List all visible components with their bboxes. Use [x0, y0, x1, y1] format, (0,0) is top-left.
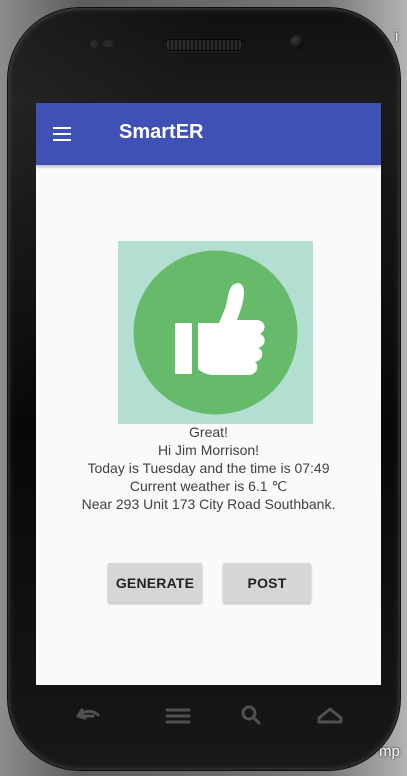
user-greeting: Hi Jim Morrison!: [157, 442, 260, 458]
search-key[interactable]: [233, 698, 271, 732]
home-icon: [317, 707, 343, 724]
date-time-message: Today is Tuesday and the time is 07:49: [87, 460, 330, 476]
hamburger-menu-button[interactable]: [46, 119, 76, 149]
hamburger-menu-icon: [53, 127, 71, 129]
back-icon: [76, 708, 100, 720]
hamburger-menu-icon-line: [53, 139, 71, 141]
front-sensor: [90, 40, 98, 48]
front-sensor-window: [103, 40, 113, 47]
background-text-fragment-top: i: [395, 28, 398, 45]
earpiece-speaker: [163, 39, 245, 51]
weather-message: Current weather is 6.1 ℃: [129, 478, 288, 494]
status-headline: Great!: [189, 424, 228, 440]
app-screen: SmartER Great! Hi Jim Morrison! Today is…: [36, 103, 381, 685]
front-camera: [290, 35, 304, 49]
background-text-fragment-bottom-line-2: mp: [379, 743, 400, 760]
generate-button[interactable]: GENERATE: [108, 563, 202, 603]
thumbs-up-icon: [118, 241, 313, 424]
device-screenshot: i e mp SmartER: [0, 0, 407, 776]
home-key[interactable]: [311, 698, 349, 732]
back-button[interactable]: [69, 698, 107, 732]
hamburger-menu-icon-line: [53, 133, 71, 135]
status-message: Great! Hi Jim Morrison! Today is Tuesday…: [36, 423, 381, 513]
app-title: SmartER: [119, 121, 204, 143]
main-content: Great! Hi Jim Morrison! Today is Tuesday…: [36, 165, 381, 685]
post-button[interactable]: POST: [223, 563, 311, 603]
menu-icon: [165, 708, 191, 724]
android-navigation-bar: [36, 690, 381, 740]
location-message: Near 293 Unit 173 City Road Southbank.: [81, 496, 336, 512]
android-phone-frame: SmartER Great! Hi Jim Morrison! Today is…: [8, 8, 400, 770]
menu-key[interactable]: [159, 698, 197, 732]
search-icon: [241, 705, 261, 725]
app-bar: SmartER: [36, 103, 381, 165]
action-buttons: GENERATE POST: [36, 563, 381, 605]
status-image: [118, 241, 313, 424]
